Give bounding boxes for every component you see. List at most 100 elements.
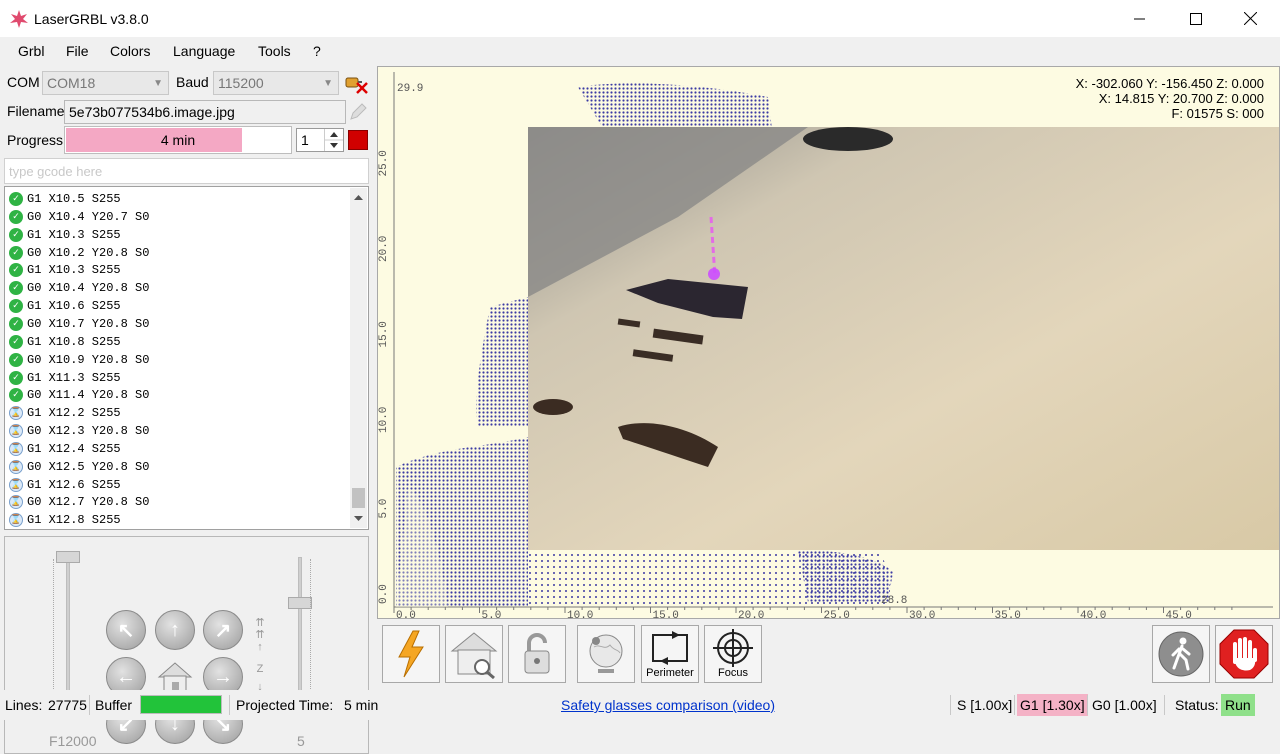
position-readout: X: -302.060 Y: -156.450 Z: 0.000 X: 14.8… — [1076, 76, 1264, 121]
gcode-line[interactable]: ✓ G1 X10.8 S255 — [9, 333, 349, 351]
jog-up-right-button[interactable]: ↗ — [203, 610, 243, 650]
gcode-scrollbar[interactable] — [350, 188, 367, 528]
jog-up-left-button[interactable]: ↖ — [106, 610, 146, 650]
menu-help[interactable]: ? — [313, 43, 321, 59]
menu-grbl[interactable]: Grbl — [18, 43, 44, 59]
copies-stepper[interactable] — [324, 129, 343, 151]
gcode-line-text: G1 X10.3 S255 — [27, 263, 121, 278]
x-tick-label: 40.0 — [1080, 610, 1106, 619]
buffer-label: Buffer — [95, 697, 133, 713]
gcode-line[interactable]: ⌛ G1 X12.8 S255 — [9, 511, 349, 529]
z-up-fast-icon[interactable]: ⇈ — [254, 617, 266, 629]
gcode-line[interactable]: ⌛ G0 X12.7 Y20.8 S0 — [9, 493, 349, 511]
gcode-line[interactable]: ✓ G1 X10.3 S255 — [9, 261, 349, 279]
gcode-line[interactable]: ⌛ G0 X12.5 Y20.8 S0 — [9, 458, 349, 476]
projected-time-value: 5 min — [344, 697, 379, 713]
gcode-line-text: G0 X10.7 Y20.8 S0 — [27, 316, 150, 331]
stop-hand-icon — [1219, 629, 1269, 679]
status-bar: Lines: 27775 Buffer Projected Time: 5 mi… — [0, 690, 1280, 720]
check-icon: ✓ — [9, 316, 23, 331]
jog-panel: F12000 ↖ ↑ ↗ ← → ↙ ↓ ↘ ⇈ ⇈ ↑ Z ↓ 5 — [4, 536, 369, 754]
preview-canvas[interactable]: 0.0 5.0 10.0 15.0 20.0 25.0 0.0 5.0 10.0 15.0 20.… — [377, 66, 1280, 619]
run-program-button[interactable] — [382, 625, 440, 683]
g1-override[interactable]: G1 [1.30x] — [1017, 694, 1088, 716]
gcode-line[interactable]: ✓ G0 X11.4 Y20.8 S0 — [9, 386, 349, 404]
baud-rate-select[interactable]: 115200 ▼ — [213, 71, 339, 95]
gcode-line[interactable]: ✓ G0 X10.2 Y20.8 S0 — [9, 244, 349, 262]
home-search-icon — [450, 632, 498, 679]
step-slider-thumb[interactable] — [288, 597, 312, 609]
g0-override[interactable]: G0 [1.00x] — [1092, 697, 1157, 713]
scrollbar-graphic — [352, 195, 365, 521]
walk-button[interactable] — [1152, 625, 1210, 683]
disconnect-icon[interactable] — [344, 72, 368, 94]
check-icon: ✓ — [9, 192, 23, 206]
x-tick-label: 5.0 — [482, 610, 502, 619]
gcode-line[interactable]: ✓ G1 X10.5 S255 — [9, 190, 349, 208]
arrow-left-icon: ← — [116, 665, 136, 688]
x-tick-label: 35.0 — [995, 610, 1021, 619]
menu-file[interactable]: File — [66, 43, 89, 59]
z-up-medium-icon[interactable]: ⇈ — [254, 629, 266, 641]
menu-language[interactable]: Language — [173, 43, 235, 59]
stop-button[interactable] — [348, 130, 368, 150]
minimize-button[interactable] — [1112, 0, 1168, 37]
filename-field[interactable]: 5e73b077534b6.image.jpg — [64, 100, 346, 124]
gcode-line[interactable]: ✓ G1 X11.3 S255 — [9, 369, 349, 387]
coords-machine: X: -302.060 Y: -156.450 Z: 0.000 — [1075, 76, 1264, 91]
status-badge: Run — [1221, 694, 1255, 716]
gcode-command-input[interactable]: type gcode here — [4, 158, 369, 184]
gcode-line[interactable]: ⌛ G0 X12.3 Y20.8 S0 — [9, 422, 349, 440]
engraving-preview: 0.0 5.0 10.0 15.0 20.0 25.0 0.0 5.0 10.0 15.0 20.… — [378, 72, 1279, 619]
check-icon: ✓ — [9, 263, 23, 278]
baud-rate-value: 115200 — [218, 75, 264, 91]
x-axis-ticks: 0.0 5.0 10.0 15.0 20.0 25.0 30.0 35.0 40.0 45.0 — [393, 607, 1233, 619]
jog-up-button[interactable]: ↑ — [155, 610, 195, 650]
perimeter-button[interactable]: Perimeter — [641, 625, 699, 683]
set-origin-button[interactable] — [577, 625, 635, 683]
gcode-line[interactable]: ⌛ G1 X12.6 S255 — [9, 476, 349, 494]
s-override[interactable]: S [1.00x] — [957, 697, 1012, 713]
gcode-line-text: G0 X10.4 Y20.8 S0 — [27, 281, 150, 296]
check-icon: ✓ — [9, 209, 23, 224]
stepper-arrows-icon — [325, 132, 343, 148]
focus-button[interactable]: Focus — [704, 625, 762, 683]
z-jog-column[interactable]: ⇈ ⇈ ↑ Z ↓ ⇊ ⇊ — [254, 617, 266, 741]
baud-label: Baud — [176, 74, 209, 90]
x-tick-label: 25.0 — [824, 610, 850, 619]
gcode-line[interactable]: ✓ G0 X10.7 Y20.8 S0 — [9, 315, 349, 333]
close-icon — [1243, 12, 1257, 25]
maximize-button[interactable] — [1168, 0, 1224, 37]
gcode-line[interactable]: ✓ G0 X10.4 Y20.7 S0 — [9, 208, 349, 226]
gcode-line[interactable]: ✓ G0 X10.4 Y20.8 S0 — [9, 279, 349, 297]
menu-colors[interactable]: Colors — [110, 43, 150, 59]
safety-glasses-link[interactable]: Safety glasses comparison (video) — [561, 697, 775, 713]
gcode-line[interactable]: ✓ G1 X10.3 S255 — [9, 226, 349, 244]
gcode-line-text: G1 X10.5 S255 — [27, 192, 121, 206]
projected-time-label: Projected Time: — [236, 697, 334, 713]
gcode-line[interactable]: ⌛ G1 X12.2 S255 — [9, 404, 349, 422]
menu-bar: Grbl File Colors Language Tools ? — [0, 38, 1280, 64]
z-up-icon[interactable]: ↑ — [254, 641, 266, 653]
y-tick-label: 25.0 — [378, 150, 390, 176]
open-file-icon[interactable] — [348, 102, 368, 122]
coords-work: X: 14.815 Y: 20.700 Z: 0.000 — [1098, 91, 1264, 106]
x-tick-label: 0.0 — [396, 610, 416, 619]
com-port-select[interactable]: COM18 ▼ — [42, 71, 169, 95]
check-icon: ✓ — [9, 352, 23, 367]
emergency-stop-button[interactable] — [1215, 625, 1273, 683]
hourglass-icon: ⌛ — [9, 441, 23, 456]
arrow-right-icon: → — [213, 665, 233, 688]
x-tick-label: 10.0 — [567, 610, 593, 619]
gcode-line[interactable]: ✓ G0 X10.9 Y20.8 S0 — [9, 351, 349, 369]
gcode-line[interactable]: ✓ G1 X10.6 S255 — [9, 297, 349, 315]
gcode-line[interactable]: ⌛ G1 X12.4 S255 — [9, 440, 349, 458]
gcode-list[interactable]: ✓ G1 X10.5 S255 ✓ G0 X10.4 Y20.7 S0 ✓ G1 X10.… — [4, 186, 369, 530]
menu-tools[interactable]: Tools — [258, 43, 291, 59]
lines-value: 27775 — [48, 697, 87, 713]
hourglass-icon: ⌛ — [9, 424, 23, 439]
homing-button[interactable] — [445, 625, 503, 683]
unlock-button[interactable] — [508, 625, 566, 683]
close-button[interactable] — [1222, 0, 1278, 37]
hourglass-icon: ⌛ — [9, 495, 23, 510]
